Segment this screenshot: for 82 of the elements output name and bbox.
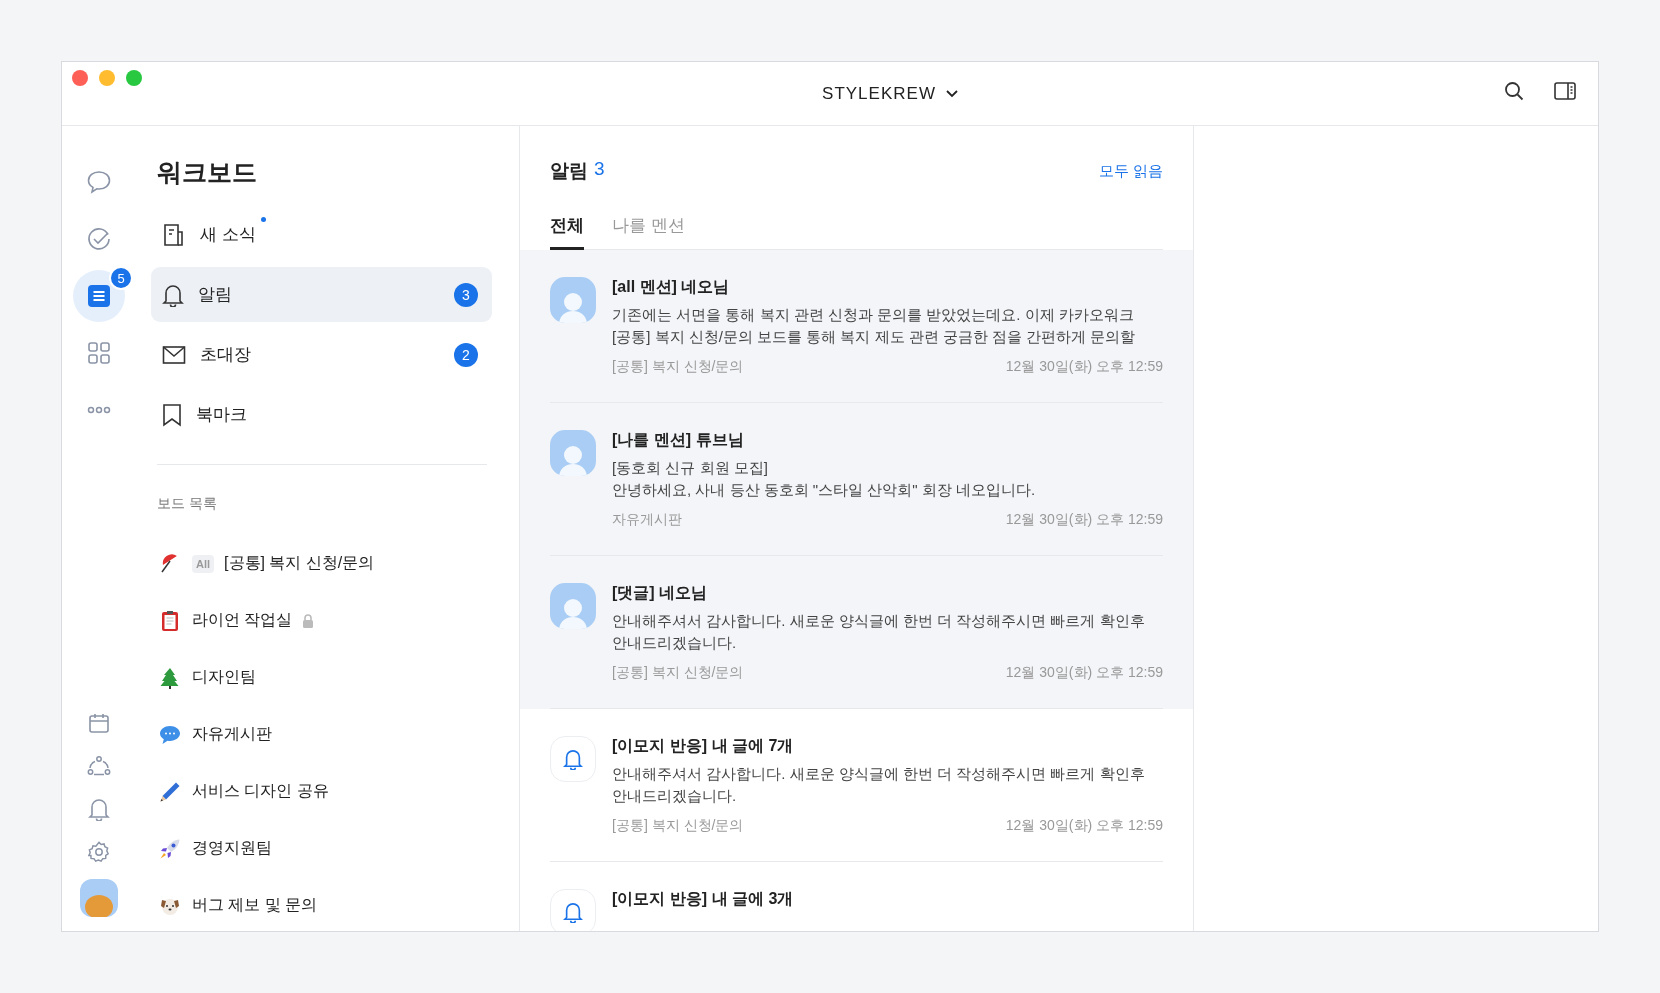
user-avatar	[550, 583, 596, 629]
envelope-icon	[162, 344, 186, 365]
notification-text: 안내드리겠습니다.	[612, 633, 738, 653]
more-icon[interactable]	[87, 406, 111, 414]
menu-item[interactable]: 알림 3	[151, 267, 492, 322]
board-name: 자유게시판	[612, 511, 682, 529]
notification-text: [동호회 신규 회원 모집]	[612, 458, 769, 478]
menu-label: 초대장	[200, 344, 251, 366]
menu-label: 새 소식	[200, 224, 256, 246]
side-panel-icon[interactable]	[1554, 82, 1576, 100]
speech-bubble-icon	[159, 724, 181, 745]
clipboard-icon	[160, 609, 180, 632]
workspace-name[interactable]: STYLEKREW	[822, 83, 936, 104]
chat-icon[interactable]	[86, 169, 112, 195]
board-name: [공통] 복지 신청/문의	[612, 358, 744, 376]
notification-title: [이모지 반응] 내 글에 3개	[612, 889, 795, 909]
bookmark-icon	[162, 402, 182, 427]
people-icon[interactable]	[87, 755, 111, 777]
mark-all-read-link[interactable]: 모두 읽음	[1098, 161, 1163, 181]
rocket-icon	[159, 837, 181, 860]
user-avatar	[550, 277, 596, 323]
sidebar-title: 워크보드	[157, 157, 258, 188]
menu-item[interactable]: 북마크	[151, 387, 492, 442]
unread-badge: 5	[109, 266, 133, 290]
board-link[interactable]: 라이언 작업실	[192, 610, 293, 631]
timestamp: 12월 30일(화) 오후 12:59	[1005, 511, 1163, 529]
tag-badge: All	[192, 554, 215, 573]
pencil-icon	[159, 780, 181, 803]
check-circle-icon[interactable]	[86, 226, 112, 252]
unread-count: 3	[594, 158, 605, 181]
count-badge: 3	[454, 282, 478, 307]
menu-label: 북마크	[196, 404, 247, 426]
document-icon	[162, 222, 186, 247]
bell-icon	[563, 901, 583, 923]
notification-text: 안내해주셔서 감사합니다. 새로운 양식글에 한번 더 작성해주시면 빠르게 확인후	[612, 764, 1146, 784]
chevron-down-icon[interactable]	[945, 89, 958, 98]
board-link[interactable]: 경영지원팀	[192, 838, 272, 859]
notification-title: [이모지 반응] 내 글에 7개	[612, 736, 795, 756]
notification-text: 기존에는 서면을 통해 복지 관련 신청과 문의를 받았었는데요. 이제 카카오워크	[612, 305, 1135, 325]
notification-item[interactable]: [이모지 반응] 내 글에 3개	[520, 862, 1193, 931]
notification-item[interactable]: [나를 멘션] 튜브님 [동호회 신규 회원 모집] 안녕하세요, 사내 등산 동호회 "스타일 산악회" 회장 네오입니다. 자유게시판 12월 30일(화) 오후 12:59	[520, 403, 1193, 556]
notification-title: [댓글] 네오님	[612, 583, 709, 603]
nav-item[interactable]	[73, 270, 125, 322]
board-link[interactable]: 버그 제보 및 문의	[192, 895, 318, 916]
count-badge: 2	[454, 342, 478, 367]
minimize-window-icon[interactable]	[99, 70, 115, 86]
menu-label: 알림	[198, 284, 232, 306]
notification-item[interactable]: [이모지 반응] 내 글에 7개 안내해주셔서 감사합니다. 새로운 양식글에 한번 더 작성해주시면 빠르게 확인후 안내드리겠습니다. [공통] 복지 신청/문의 12월 30일(화) 오후 12:59	[520, 709, 1193, 862]
tree-icon	[160, 666, 180, 689]
search-icon[interactable]	[1504, 81, 1524, 101]
board-link[interactable]: 서비스 디자인 공유	[192, 781, 329, 802]
board-link[interactable]: [공통] 복지 신청/문의	[224, 553, 375, 574]
board-icon[interactable]	[87, 284, 111, 308]
timestamp: 12월 30일(화) 오후 12:59	[1005, 664, 1163, 682]
settings-icon[interactable]	[88, 841, 110, 863]
profile-avatar[interactable]	[80, 879, 118, 917]
grid-icon[interactable]	[87, 341, 111, 365]
board-name: [공통] 복지 신청/문의	[612, 664, 744, 682]
close-window-icon[interactable]	[72, 70, 88, 86]
timestamp: 12월 30일(화) 오후 12:59	[1005, 358, 1163, 376]
user-avatar	[550, 430, 596, 476]
notification-text: [공통] 복지 신청/문의 보드를 통해 복지 제도 관련 궁금한 점을 간편하게 문의할	[612, 327, 1137, 347]
zoom-window-icon[interactable]	[126, 70, 142, 86]
notification-text: 안내해주셔서 감사합니다. 새로운 양식글에 한번 더 작성해주시면 빠르게 확인후	[612, 611, 1146, 631]
board-link[interactable]: 디자인팀	[192, 667, 256, 688]
calendar-icon[interactable]	[88, 712, 110, 734]
notification-item[interactable]: [all 멘션] 네오님 기존에는 서면을 통해 복지 관련 신청과 문의를 받았었는데요. 이제 카카오워크 [공통] 복지 신청/문의 보드를 통해 복지 제도 관련 궁금한 점을 간편하게 문의할 [공통] 복지 신청/문의 12월 30일(화) 오후 12:59	[520, 250, 1193, 403]
notification-text: 안내드리겠습니다.	[612, 786, 738, 806]
timestamp: 12월 30일(화) 오후 12:59	[1005, 817, 1163, 835]
notification-title: [all 멘션] 네오님	[612, 277, 731, 297]
notification-item[interactable]: [댓글] 네오님 안내해주셔서 감사합니다. 새로운 양식글에 한번 더 작성해주시면 빠르게 확인후 안내드리겠습니다. [공통] 복지 신청/문의 12월 30일(화) 오후 12:59	[520, 556, 1193, 709]
menu-item[interactable]: 초대장 2	[151, 327, 492, 382]
bell-icon	[563, 748, 583, 770]
board-name: [공통] 복지 신청/문의	[612, 817, 744, 835]
bell-icon[interactable]	[88, 797, 110, 821]
bell-icon	[162, 282, 184, 307]
menu-item[interactable]: 새 소식	[151, 207, 492, 262]
section-heading: 보드 목록	[157, 495, 218, 513]
notification-title: [나를 멘션] 튜브님	[612, 430, 745, 450]
board-link[interactable]: 자유게시판	[192, 724, 272, 745]
notification-text: 안녕하세요, 사내 등산 동호회 "스타일 산악회" 회장 네오입니다.	[612, 480, 1037, 500]
panel-title: 알림	[550, 159, 588, 183]
